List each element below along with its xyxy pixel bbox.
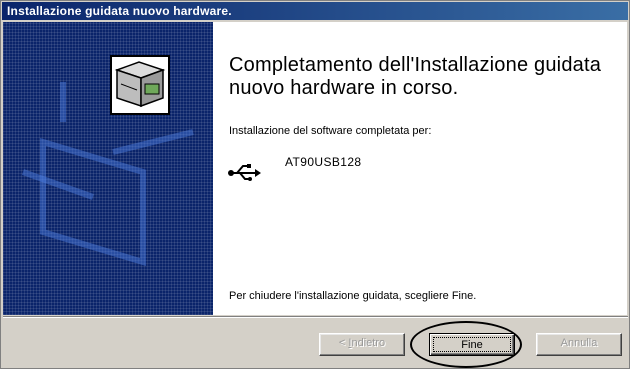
wizard-side-panel: [3, 22, 213, 315]
closing-instruction: Per chiudere l'installazione guidata, sc…: [229, 290, 477, 302]
back-prefix: <: [338, 337, 349, 349]
finish-label: Fine: [433, 337, 511, 352]
side-panel-graphic: [21, 55, 194, 267]
page-title: Completamento dell'Installazione guidata…: [229, 54, 602, 99]
finish-button[interactable]: Fine: [429, 333, 515, 356]
wizard-window: Installazione guidata nuovo hardware. Co…: [0, 0, 630, 369]
usb-icon: [227, 163, 261, 188]
button-separator: [3, 316, 628, 318]
back-button[interactable]: < Indietro: [319, 333, 405, 356]
hardware-box-icon: [110, 55, 170, 115]
window-title: Installazione guidata nuovo hardware.: [7, 4, 232, 18]
cancel-button[interactable]: Annulla: [536, 333, 622, 356]
cancel-label: Annulla: [560, 337, 598, 349]
title-bar[interactable]: Installazione guidata nuovo hardware.: [2, 2, 628, 20]
wizard-content: Completamento dell'Installazione guidata…: [213, 22, 627, 315]
software-complete-label: Installazione del software completata pe…: [229, 125, 432, 137]
device-name: AT90USB128: [285, 155, 362, 169]
back-label: ndietro: [351, 337, 386, 349]
